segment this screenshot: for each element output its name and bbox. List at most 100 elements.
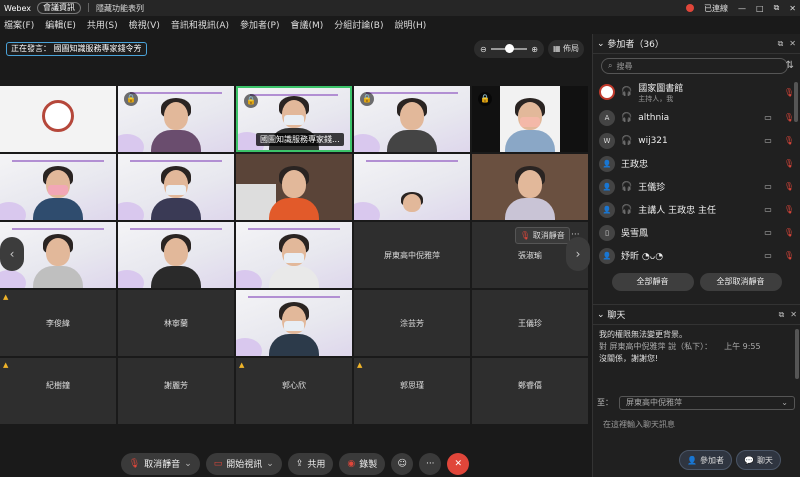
chat-tab[interactable]: 💬 聊天 [735, 450, 781, 470]
menu-participants[interactable]: 參加者(P) [240, 18, 279, 31]
participant-search-input[interactable]: ⌕ 搜尋 [601, 58, 788, 74]
video-tile-off[interactable]: 鄭睿僖 [472, 358, 588, 424]
participant-item[interactable]: 👤 🎧 主講人 王政忠 主任 ▭ 🎙 [599, 198, 794, 221]
zoom-handle[interactable] [504, 44, 514, 53]
zoom-slider[interactable]: ⊖ ⊕ [474, 40, 544, 58]
unmute-participant-button[interactable]: 🎙 取消靜音 [515, 227, 570, 244]
mic-off-icon[interactable]: 🎙 [784, 182, 794, 191]
video-tile[interactable] [0, 154, 116, 220]
active-speaker-label: 正在發言： 國圖知識服務專家錢令芳 [6, 42, 147, 56]
video-tile[interactable] [118, 222, 234, 288]
mic-off-icon[interactable]: 🎙 [784, 205, 794, 214]
video-tile-off[interactable]: ▲ 郭思瑾 [354, 358, 470, 424]
more-button[interactable]: ··· [419, 452, 442, 475]
video-tile-active[interactable]: 🔒 國圖知識服務專家錢... [236, 86, 352, 152]
zoom-in-icon[interactable]: ⊕ [531, 45, 538, 54]
mute-all-button[interactable]: 全部靜音 [611, 273, 694, 291]
participants-tab[interactable]: 👤 參加者 [679, 450, 732, 470]
video-tile-off[interactable]: 屏東高中倪雅萍 [354, 222, 470, 288]
lock-icon: 🔒 [244, 94, 258, 108]
mic-off-icon[interactable]: 🎙 [784, 228, 794, 237]
close-icon[interactable]: ✕ [789, 39, 796, 49]
mic-off-icon[interactable]: 🎙 [784, 113, 794, 122]
unmute-all-button[interactable]: 全部取消靜音 [699, 273, 782, 291]
video-tile-off[interactable]: ▲ 紀樹鐘 [0, 358, 116, 424]
video-tile[interactable]: 🔒 [472, 86, 588, 152]
share-icon: ⇪ [295, 458, 304, 469]
video-tile[interactable] [472, 154, 588, 220]
popout-icon[interactable]: ⧉ [779, 310, 785, 320]
video-tile-off[interactable]: ▲ 郭心欣 [236, 358, 352, 424]
chevron-down-icon[interactable]: ⌄ [184, 459, 192, 469]
video-tile[interactable] [0, 86, 116, 152]
chevron-down-icon[interactable]: ⌄ [266, 459, 274, 469]
record-button[interactable]: ◉ 錄製 [339, 452, 386, 475]
participant-item[interactable]: A 🎧 althnia ▭ 🎙 [599, 106, 794, 129]
mic-off-icon[interactable]: 🎙 [784, 136, 794, 145]
menu-breakout[interactable]: 分組討論(B) [334, 18, 383, 31]
menu-audio-video[interactable]: 音訊和視訊(A) [171, 18, 229, 31]
hide-menu-button[interactable]: 隱藏功能表列 [96, 3, 144, 14]
video-tile-off[interactable]: 涂芸芳 [354, 290, 470, 356]
participant-item[interactable]: W 🎧 wij321 ▭ 🎙 [599, 129, 794, 152]
restore-button[interactable]: ⧉ [774, 3, 780, 13]
leave-meeting-button[interactable]: ✕ [447, 452, 470, 475]
chevron-down-icon[interactable]: ⌄ [597, 310, 607, 320]
meeting-info-button[interactable]: 會議資訊 [36, 2, 81, 14]
mic-off-icon[interactable]: 🎙 [784, 159, 794, 168]
participant-item[interactable]: 👤 妤昕 ◔ᴗ◔ ▭ 🎙 [599, 244, 794, 267]
close-icon[interactable]: ✕ [790, 310, 797, 320]
video-tile[interactable] [118, 154, 234, 220]
participant-item[interactable]: 👤 🎧 王儀珍 ▭ 🎙 [599, 175, 794, 198]
maximize-button[interactable]: □ [756, 4, 764, 13]
video-tile-off[interactable]: 王儀珍 [472, 290, 588, 356]
video-tile[interactable] [354, 154, 470, 220]
chat-time: 上午 9:55 [724, 342, 761, 351]
minimize-button[interactable]: — [738, 4, 746, 13]
close-window-button[interactable]: ✕ [789, 4, 796, 13]
popout-icon[interactable]: ⧉ [778, 39, 784, 49]
chat-recipient-select[interactable]: 屏東高中倪雅萍 ⌄ [619, 395, 795, 410]
camera-icon: ▭ [764, 228, 772, 237]
camera-icon: ▭ [764, 113, 772, 122]
mic-off-icon[interactable]: 🎙 [784, 88, 794, 97]
prev-page-button[interactable]: ‹ [0, 237, 24, 271]
video-tile[interactable] [236, 290, 352, 356]
menu-share[interactable]: 共用(S) [87, 18, 118, 31]
video-tile-off[interactable]: ▲ 李俊緯 [0, 290, 116, 356]
menu-meeting[interactable]: 會議(M) [291, 18, 324, 31]
menu-view[interactable]: 檢視(V) [129, 18, 160, 31]
camera-icon: ▭ [764, 251, 772, 260]
video-tile[interactable]: 🔒 [118, 86, 234, 152]
menu-file[interactable]: 檔案(F) [4, 18, 34, 31]
title-bar: Webex 會議資訊 | 隱藏功能表列 已連線 — □ ⧉ ✕ [0, 0, 800, 16]
participant-item[interactable]: 🎧 國家圖書館 主持人，我 🎙 [599, 78, 794, 106]
sort-icon[interactable]: ⇅ [786, 60, 794, 71]
video-tile-off[interactable]: 林寧蘭 [118, 290, 234, 356]
video-tile[interactable] [236, 154, 352, 220]
video-tile[interactable]: 🔒 [354, 86, 470, 152]
participant-name: althnia [638, 112, 670, 123]
video-tile[interactable] [236, 222, 352, 288]
participant-name: 妤昕 ◔ᴗ◔ [621, 252, 664, 262]
participants-scrollbar[interactable] [794, 82, 798, 122]
participant-item[interactable]: 👤 王政忠 🎙 [599, 152, 794, 175]
mute-button[interactable]: 🎙 取消靜音 ⌄ [120, 452, 200, 475]
video-button[interactable]: ▭ 開始視訊 ⌄ [205, 452, 282, 475]
mic-off-icon[interactable]: 🎙 [784, 251, 794, 260]
chat-input[interactable]: 在這裡輸入聊天訊息 [603, 419, 675, 430]
zoom-track[interactable] [490, 44, 528, 53]
layout-button[interactable]: ▦ 佈局 [548, 40, 584, 58]
menu-help[interactable]: 說明(H) [395, 18, 427, 31]
next-page-button[interactable]: › [566, 237, 590, 271]
participant-item[interactable]: ▯ 吳雪鳳 ▭ 🎙 [599, 221, 794, 244]
menu-edit[interactable]: 編輯(E) [45, 18, 76, 31]
share-button[interactable]: ⇪ 共用 [287, 452, 334, 475]
chevron-down-icon[interactable]: ⌄ [597, 39, 607, 49]
video-tile-off[interactable]: 謝麗芳 [118, 358, 234, 424]
zoom-out-icon[interactable]: ⊖ [480, 45, 487, 54]
chat-scrollbar[interactable] [795, 329, 799, 379]
participant-name: 謝麗芳 [164, 381, 188, 390]
app-brand: Webex [4, 3, 31, 13]
reactions-button[interactable]: ☺ [391, 452, 414, 475]
